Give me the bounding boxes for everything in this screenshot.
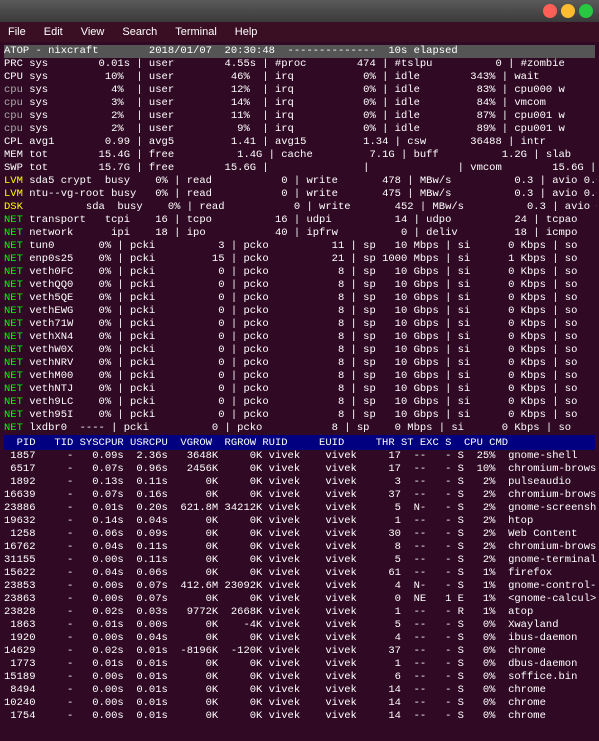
stat-row: NET vethNRV 0% | pcki 0 | pcko 8 | sp 10… [4, 357, 595, 370]
process-table-header: PID TID SYSCPUR USRCPU VGROW RGROW RUID … [4, 437, 595, 450]
menu-item-search[interactable]: Search [118, 26, 161, 38]
atop-header: ATOP - nixcraft 2018/01/07 20:30:48 ----… [4, 45, 595, 58]
menubar: File Edit View Search Terminal Help [0, 22, 599, 42]
process-row: 16762 - 0.04s 0.11s 0K 0K vivek vivek 8 … [4, 541, 595, 554]
stat-row: NET lxdbr0 ---- | pcki 0 | pcko 8 | sp 0… [4, 422, 595, 435]
maximize-button[interactable] [579, 4, 593, 18]
process-row: 16639 - 0.07s 0.16s 0K 0K vivek vivek 37… [4, 489, 595, 502]
process-row: 23828 - 0.02s 0.03s 9772K 2668K vivek vi… [4, 606, 595, 619]
close-button[interactable] [543, 4, 557, 18]
stat-row: NET enp0s25 0% | pcki 15 | pcko 21 | sp … [4, 253, 595, 266]
stat-row: NET transport tcpi 16 | tcpo 16 | udpi 1… [4, 214, 595, 227]
process-row: 1754 - 0.00s 0.01s 0K 0K vivek vivek 14 … [4, 710, 595, 723]
process-row: 19632 - 0.14s 0.04s 0K 0K vivek vivek 1 … [4, 515, 595, 528]
process-row: 14629 - 0.02s 0.01s -8196K -120K vivek v… [4, 645, 595, 658]
stat-row: NET veth95I 0% | pcki 0 | pcko 8 | sp 10… [4, 409, 595, 422]
process-row: 23886 - 0.01s 0.20s 621.8M 34212K vivek … [4, 502, 595, 515]
process-row: 15189 - 0.00s 0.01s 0K 0K vivek vivek 6 … [4, 671, 595, 684]
stat-row: DSK sda busy 0% | read 0 | write 452 | M… [4, 201, 595, 214]
stat-row: cpu sys 3% | user 14% | irq 0% | idle 84… [4, 97, 595, 110]
titlebar [0, 0, 599, 22]
menu-item-view[interactable]: View [77, 26, 109, 38]
menu-item-terminal[interactable]: Terminal [171, 26, 221, 38]
stat-row: NET vethW0X 0% | pcki 0 | pcko 8 | sp 10… [4, 344, 595, 357]
stat-row: NET veth0FC 0% | pcki 0 | pcko 8 | sp 10… [4, 266, 595, 279]
process-row: 8494 - 0.00s 0.01s 0K 0K vivek vivek 14 … [4, 684, 595, 697]
menu-item-edit[interactable]: Edit [40, 26, 67, 38]
stat-row: NET veth71W 0% | pcki 0 | pcko 8 | sp 10… [4, 318, 595, 331]
stat-row: NET vethXN4 0% | pcki 0 | pcko 8 | sp 10… [4, 331, 595, 344]
stat-row: cpu sys 4% | user 12% | irq 0% | idle 83… [4, 84, 595, 97]
window-controls [543, 4, 593, 18]
stat-row: MEM tot 15.4G | free 1.4G | cache 7.1G |… [4, 149, 595, 162]
menu-item-help[interactable]: Help [231, 26, 262, 38]
stat-row: NET network ipi 18 | ipo 40 | ipfrw 0 | … [4, 227, 595, 240]
stat-row: PRC sys 0.01s | user 4.55s | #proc 474 |… [4, 58, 595, 71]
stat-row: NET vethEWG 0% | pcki 0 | pcko 8 | sp 10… [4, 305, 595, 318]
process-row: 10240 - 0.00s 0.01s 0K 0K vivek vivek 14… [4, 697, 595, 710]
stat-row: cpu sys 2% | user 11% | irq 0% | idle 87… [4, 110, 595, 123]
stat-row: CPU sys 10% | user 46% | irq 0% | idle 3… [4, 71, 595, 84]
stat-row: LVM sda5 crypt busy 0% | read 0 | write … [4, 175, 595, 188]
process-row: 1920 - 0.00s 0.04s 0K 0K vivek vivek 4 -… [4, 632, 595, 645]
stat-row: NET veth9LC 0% | pcki 0 | pcko 8 | sp 10… [4, 396, 595, 409]
stat-row: SWP tot 15.7G | free 15.6G | | | vmcom 1… [4, 162, 595, 175]
stat-row: NET tun0 0% | pcki 3 | pcko 11 | sp 10 M… [4, 240, 595, 253]
menu-item-file[interactable]: File [4, 26, 30, 38]
terminal: ATOP - nixcraft 2018/01/07 20:30:48 ----… [0, 42, 599, 726]
process-row: 1773 - 0.01s 0.01s 0K 0K vivek vivek 1 -… [4, 658, 595, 671]
stat-row: NET vethQQ0 0% | pcki 0 | pcko 8 | sp 10… [4, 279, 595, 292]
stat-row: NET veth5QE 0% | pcki 0 | pcko 8 | sp 10… [4, 292, 595, 305]
stat-row: LVM ntu--vg-root busy 0% | read 0 | writ… [4, 188, 595, 201]
process-row: 31155 - 0.00s 0.11s 0K 0K vivek vivek 5 … [4, 554, 595, 567]
terminal-output: ATOP - nixcraft 2018/01/07 20:30:48 ----… [2, 44, 597, 724]
process-row: 23863 - 0.00s 0.07s 0K 0K vivek vivek 0 … [4, 593, 595, 606]
minimize-button[interactable] [561, 4, 575, 18]
process-row: 23853 - 0.00s 0.07s 412.6M 23092K vivek … [4, 580, 595, 593]
process-row: 1863 - 0.01s 0.00s 0K -4K vivek vivek 5 … [4, 619, 595, 632]
process-row: 15622 - 0.04s 0.06s 0K 0K vivek vivek 61… [4, 567, 595, 580]
process-row: 1258 - 0.06s 0.09s 0K 0K vivek vivek 30 … [4, 528, 595, 541]
stat-row: CPL avg1 0.99 | avg5 1.41 | avg15 1.34 |… [4, 136, 595, 149]
stat-row: NET vethM00 0% | pcki 0 | pcko 8 | sp 10… [4, 370, 595, 383]
stat-row: NET vethNTJ 0% | pcki 0 | pcko 8 | sp 10… [4, 383, 595, 396]
stat-row: cpu sys 2% | user 9% | irq 0% | idle 89%… [4, 123, 595, 136]
process-row: 6517 - 0.07s 0.96s 2456K 0K vivek vivek … [4, 463, 595, 476]
process-row: 1857 - 0.09s 2.36s 3648K 0K vivek vivek … [4, 450, 595, 463]
process-row: 1892 - 0.13s 0.11s 0K 0K vivek vivek 3 -… [4, 476, 595, 489]
